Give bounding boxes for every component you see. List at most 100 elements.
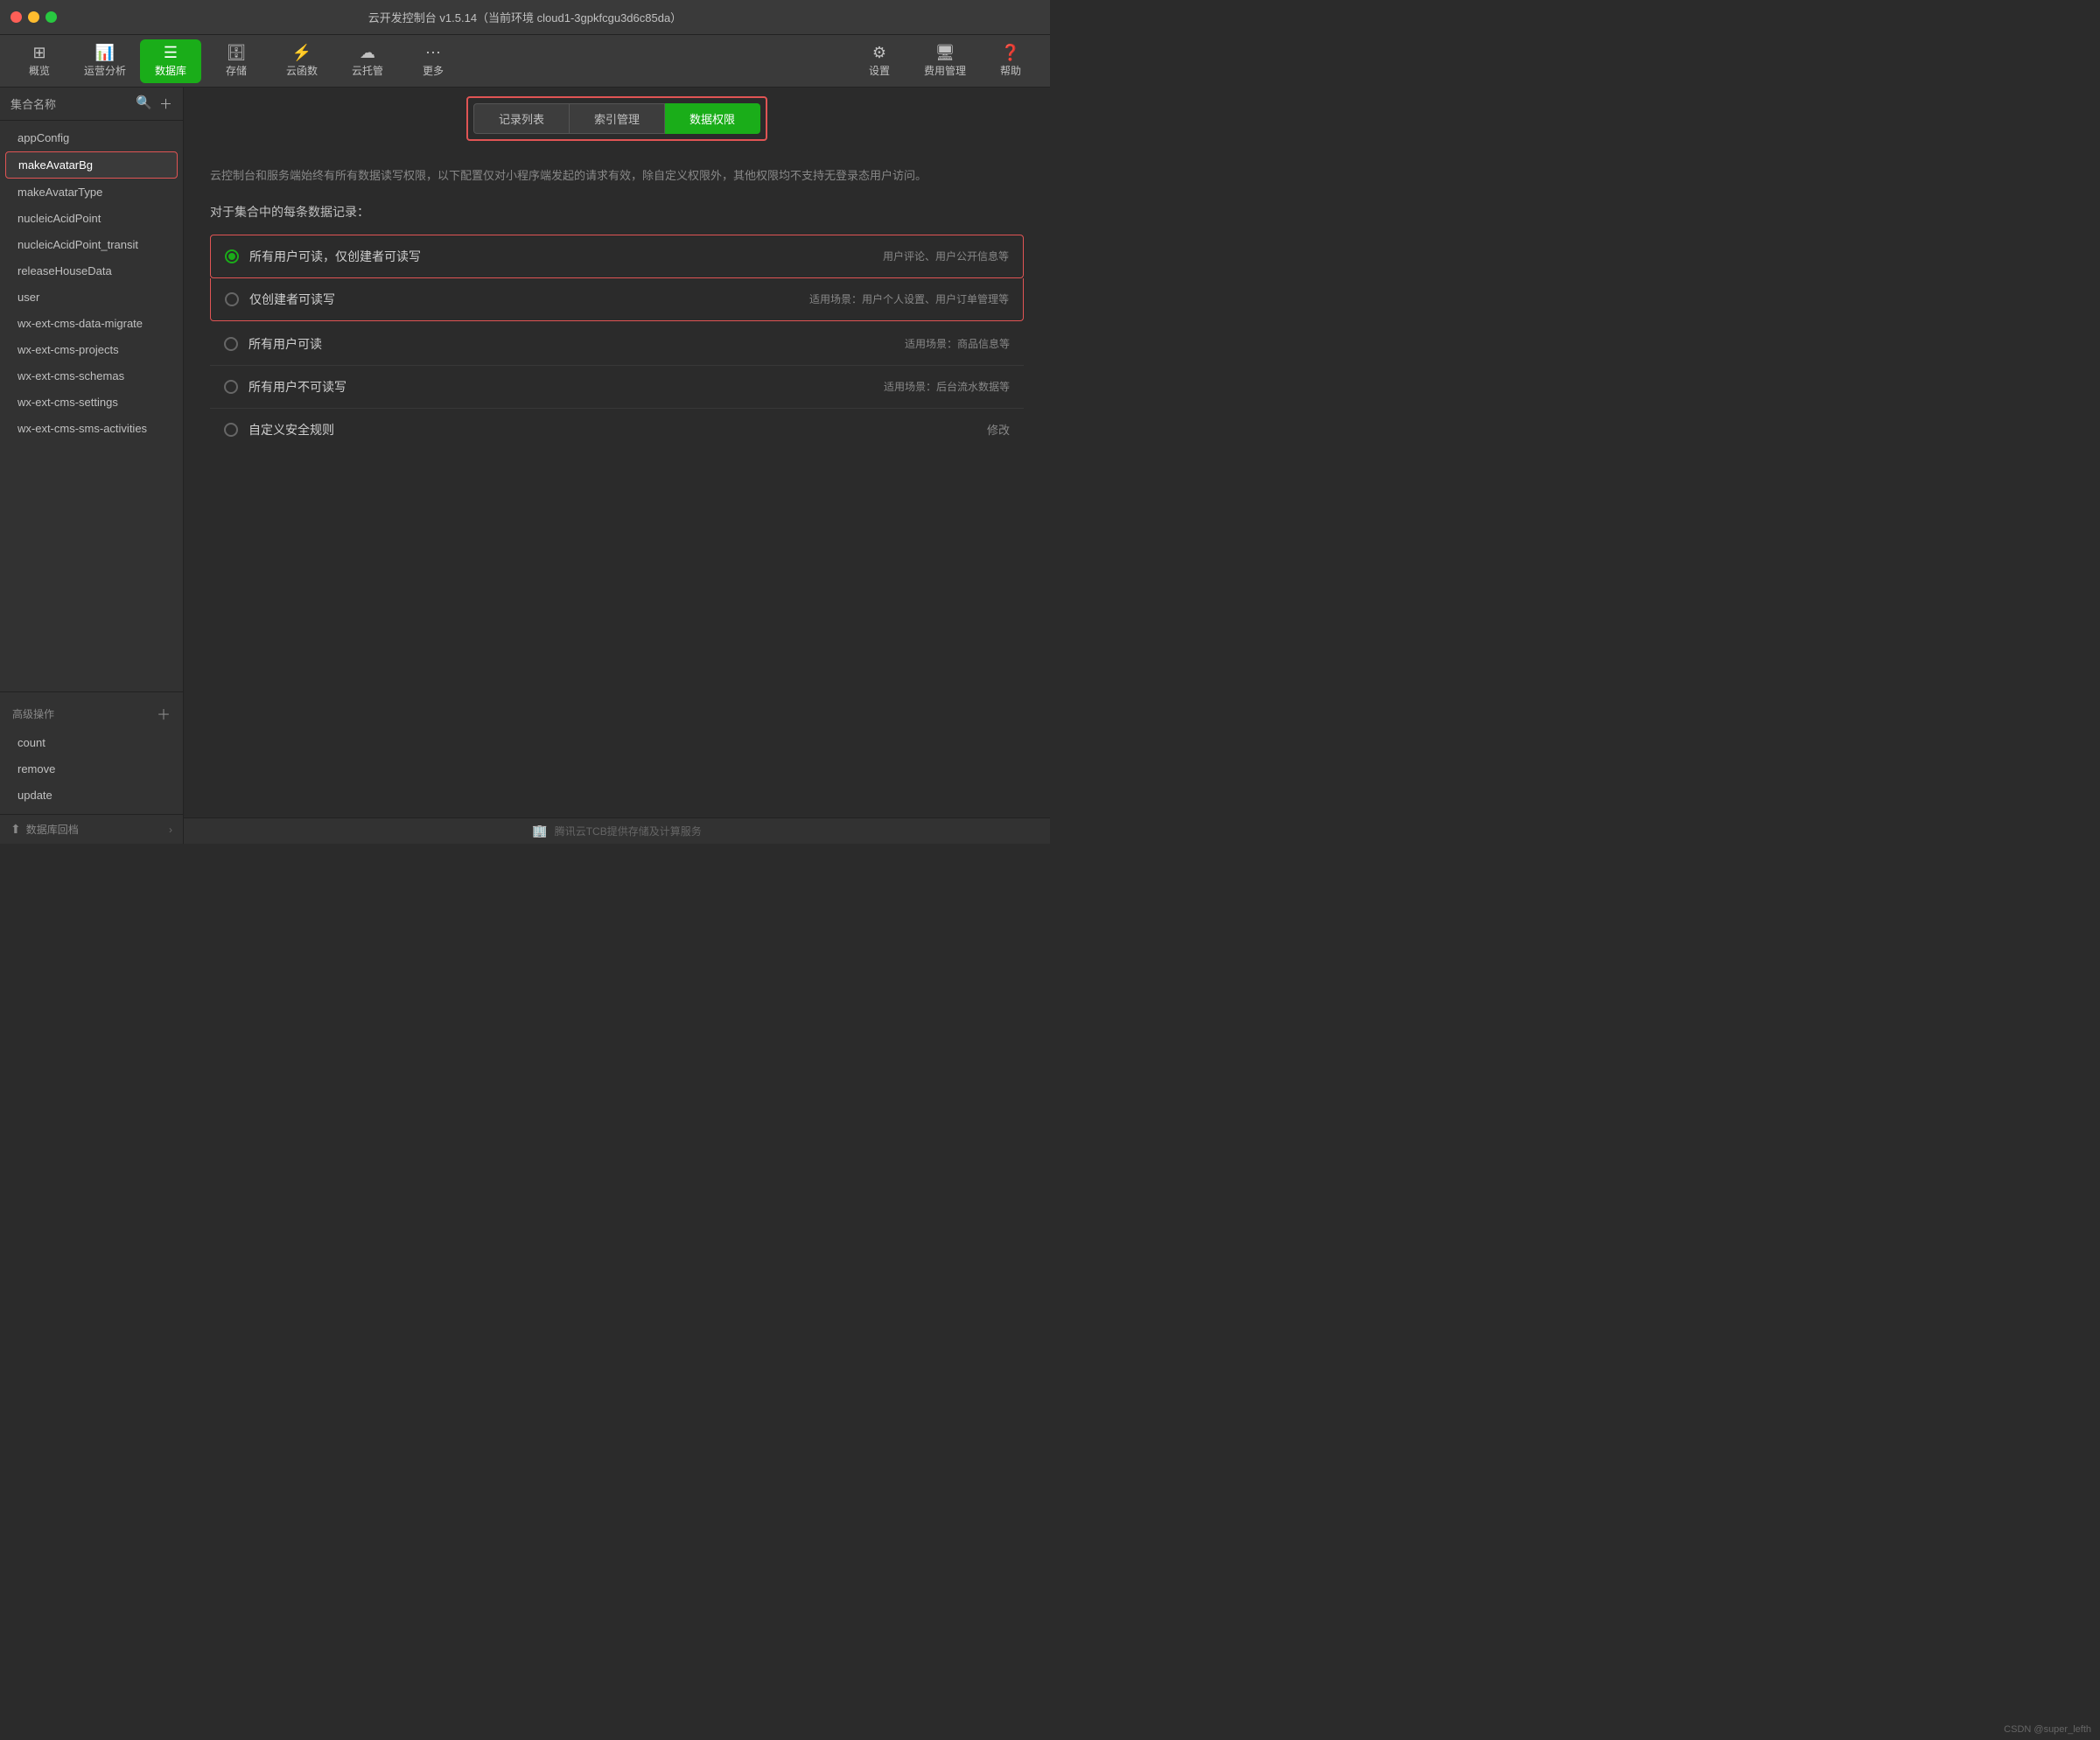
radio-all-read — [224, 337, 238, 351]
sidebar-footer[interactable]: ⬆ 数据库回档 › — [0, 814, 183, 844]
permission-hint-1: 适用场景：用户个人设置、用户订单管理等 — [809, 291, 1009, 306]
sidebar-item-wx-ext-cms-schemas[interactable]: wx-ext-cms-schemas — [5, 363, 178, 389]
toolbar-analytics[interactable]: 📊 运营分析 — [74, 39, 136, 83]
database-icon: ☰ — [164, 45, 178, 60]
search-icon[interactable]: 🔍 — [136, 95, 152, 113]
sidebar-item-releaseHouseData[interactable]: releaseHouseData — [5, 258, 178, 284]
sidebar-header-actions: 🔍 ＋ — [136, 95, 172, 113]
toolbar-storage[interactable]: 🗄 存储 — [206, 39, 267, 83]
window-controls — [10, 11, 57, 23]
toolbar-help[interactable]: ❓ 帮助 — [980, 39, 1041, 83]
permission-label-2: 所有用户可读 — [248, 335, 905, 353]
billing-icon: 🖥 — [935, 45, 956, 60]
toolbar-settings[interactable]: ⚙ 设置 — [849, 39, 910, 83]
radio-inner-selected — [228, 253, 235, 260]
toolbar-right: ⚙ 设置 🖥 费用管理 ❓ 帮助 — [849, 39, 1041, 83]
permission-all-read[interactable]: 所有用户可读 适用场景：商品信息等 — [210, 323, 1024, 366]
info-text: 云控制台和服务端始终有所有数据读写权限，以下配置仅对小程序端发起的请求有效，除自… — [210, 167, 1024, 186]
close-button[interactable] — [10, 11, 22, 23]
tab-bar-wrapper: 记录列表 索引管理 数据权限 — [184, 88, 1050, 150]
sidebar-item-wx-ext-cms-data-migrate[interactable]: wx-ext-cms-data-migrate — [5, 311, 178, 336]
sidebar-advanced-header: 高级操作 ＋ — [0, 698, 183, 729]
tab-index-management[interactable]: 索引管理 — [570, 103, 665, 134]
sidebar-item-makeAvatarType[interactable]: makeAvatarType — [5, 179, 178, 205]
sidebar-header: 集合名称 🔍 ＋ — [0, 88, 183, 121]
section-label: 对于集合中的每条数据记录： — [210, 203, 1024, 221]
overview-icon: ⊞ — [32, 45, 46, 60]
toolbar-overview[interactable]: ⊞ 概览 — [9, 39, 70, 83]
permission-label-0: 所有用户可读，仅创建者可读写 — [249, 248, 883, 265]
maximize-button[interactable] — [46, 11, 57, 23]
permission-label-3: 所有用户不可读写 — [248, 378, 884, 396]
toolbar-database[interactable]: ☰ 数据库 — [140, 39, 201, 83]
toolbar-analytics-label: 运营分析 — [84, 63, 126, 78]
sidebar-item-nucleicAcidPoint-transit[interactable]: nucleicAcidPoint_transit — [5, 232, 178, 257]
minimize-button[interactable] — [28, 11, 39, 23]
chevron-right-icon: › — [169, 824, 172, 836]
sidebar-advanced-update[interactable]: update — [5, 782, 178, 808]
permission-none[interactable]: 所有用户不可读写 适用场景：后台流水数据等 — [210, 366, 1024, 409]
toolbar-overview-label: 概览 — [29, 63, 50, 78]
sidebar-item-appConfig[interactable]: appConfig — [5, 125, 178, 151]
add-advanced-icon[interactable]: ＋ — [157, 703, 171, 724]
sidebar-item-nucleicAcidPoint[interactable]: nucleicAcidPoint — [5, 206, 178, 231]
radio-custom — [224, 423, 238, 437]
permission-hint-3: 适用场景：后台流水数据等 — [884, 379, 1010, 394]
tab-highlight-box: 记录列表 索引管理 数据权限 — [466, 96, 767, 141]
sidebar-header-title: 集合名称 — [10, 95, 56, 112]
permission-hint-2: 适用场景：商品信息等 — [905, 336, 1010, 351]
permission-label-1: 仅创建者可读写 — [249, 291, 809, 308]
toolbar-billing[interactable]: 🖥 费用管理 — [914, 39, 976, 83]
sidebar-advanced-section: 高级操作 ＋ count remove update — [0, 691, 183, 814]
add-collection-icon[interactable]: ＋ — [159, 95, 172, 113]
permission-creator-only[interactable]: 仅创建者可读写 适用场景：用户个人设置、用户订单管理等 — [210, 278, 1024, 321]
radio-creator-only — [225, 292, 239, 306]
toolbar-billing-label: 费用管理 — [924, 63, 966, 78]
permission-custom[interactable]: 自定义安全规则 修改 — [210, 409, 1024, 451]
tab-record-list[interactable]: 记录列表 — [473, 103, 570, 134]
cloudfunc-icon: ⚡ — [292, 45, 312, 60]
archive-icon: ⬆ — [10, 822, 21, 837]
footer-text: 腾讯云TCB提供存储及计算服务 — [555, 824, 702, 838]
toolbar-cloudfunc-label: 云函数 — [286, 63, 318, 78]
content-body: 云控制台和服务端始终有所有数据读写权限，以下配置仅对小程序端发起的请求有效，除自… — [184, 150, 1050, 817]
sidebar-footer-text: ⬆ 数据库回档 — [10, 822, 79, 837]
watermark: CSDN @super_lefth — [2004, 1724, 2091, 1735]
main-layout: 集合名称 🔍 ＋ appConfig makeAvatarBg makeAvat… — [0, 88, 1050, 844]
sidebar-item-makeAvatarBg[interactable]: makeAvatarBg — [5, 151, 178, 179]
analytics-icon: 📊 — [95, 45, 115, 60]
permission-all-read-creator-write[interactable]: 所有用户可读，仅创建者可读写 用户评论、用户公开信息等 — [210, 235, 1024, 278]
sidebar-advanced-count[interactable]: count — [5, 730, 178, 755]
toolbar-help-label: 帮助 — [1000, 63, 1021, 78]
settings-icon: ⚙ — [872, 45, 886, 60]
more-icon: ⋯ — [425, 45, 441, 60]
tab-data-permission[interactable]: 数据权限 — [665, 103, 760, 134]
toolbar: ⊞ 概览 📊 运营分析 ☰ 数据库 🗄 存储 ⚡ 云函数 ☁ 云托管 ⋯ 更多 … — [0, 35, 1050, 88]
sidebar-item-user[interactable]: user — [5, 284, 178, 310]
sidebar-item-wx-ext-cms-projects[interactable]: wx-ext-cms-projects — [5, 337, 178, 362]
modify-button[interactable]: 修改 — [987, 421, 1010, 438]
toolbar-more-label: 更多 — [423, 63, 444, 78]
sidebar-advanced-title: 高级操作 — [12, 706, 54, 721]
sidebar-collection-list: appConfig makeAvatarBg makeAvatarType nu… — [0, 121, 183, 691]
app-footer: 🏢 腾讯云TCB提供存储及计算服务 — [184, 817, 1050, 844]
content: 记录列表 索引管理 数据权限 云控制台和服务端始终有所有数据读写权限，以下配置仅… — [184, 88, 1050, 844]
tcb-logo-icon: 🏢 — [532, 824, 547, 838]
toolbar-more[interactable]: ⋯ 更多 — [402, 39, 464, 83]
sidebar-item-wx-ext-cms-sms-activities[interactable]: wx-ext-cms-sms-activities — [5, 416, 178, 441]
toolbar-settings-label: 设置 — [869, 63, 890, 78]
cloudhosting-icon: ☁ — [360, 45, 375, 60]
storage-icon: 🗄 — [227, 45, 247, 60]
sidebar-advanced-remove[interactable]: remove — [5, 756, 178, 782]
help-icon: ❓ — [1001, 45, 1020, 60]
toolbar-cloudhosting-label: 云托管 — [352, 63, 383, 78]
sidebar-item-wx-ext-cms-settings[interactable]: wx-ext-cms-settings — [5, 389, 178, 415]
radio-all-read-creator-write — [225, 249, 239, 263]
toolbar-storage-label: 存储 — [226, 63, 247, 78]
toolbar-database-label: 数据库 — [155, 63, 186, 78]
sidebar: 集合名称 🔍 ＋ appConfig makeAvatarBg makeAvat… — [0, 88, 184, 844]
radio-none — [224, 380, 238, 394]
window-title: 云开发控制台 v1.5.14（当前环境 cloud1-3gpkfcgu3d6c8… — [368, 9, 682, 25]
toolbar-cloudhosting[interactable]: ☁ 云托管 — [337, 39, 398, 83]
toolbar-cloudfunc[interactable]: ⚡ 云函数 — [271, 39, 332, 83]
